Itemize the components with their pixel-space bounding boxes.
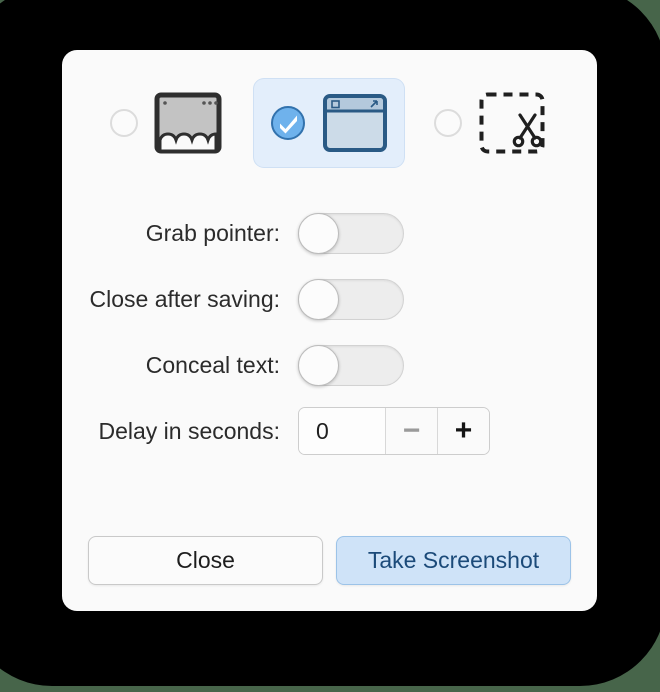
screenshot-dialog: Grab pointer: Close after saving: Concea… xyxy=(62,50,597,611)
conceal-text-toggle[interactable] xyxy=(298,344,404,386)
dialog-footer: Close Take Screenshot xyxy=(88,536,571,585)
option-row-delay: Delay in seconds: 0 − + xyxy=(62,398,597,464)
close-after-saving-label: Close after saving: xyxy=(89,285,280,312)
window-icon xyxy=(322,93,387,152)
capture-mode-selector xyxy=(62,50,597,195)
grab-pointer-label: Grab pointer: xyxy=(145,219,280,246)
scissors-selection-icon xyxy=(479,92,544,153)
mode-option-selection-area[interactable] xyxy=(418,77,566,169)
radio-unchecked-icon[interactable] xyxy=(433,108,462,137)
take-screenshot-button[interactable]: Take Screenshot xyxy=(336,536,571,585)
toggle-knob xyxy=(298,212,339,254)
toggle-knob xyxy=(298,278,339,320)
delay-increment-button[interactable]: + xyxy=(437,408,489,454)
option-row-close-after-saving: Close after saving: xyxy=(62,266,597,332)
toggle-knob xyxy=(298,344,339,386)
conceal-text-label: Conceal text: xyxy=(145,351,280,378)
radio-unchecked-icon[interactable] xyxy=(109,108,138,137)
delay-decrement-button[interactable]: − xyxy=(385,408,437,454)
close-after-saving-toggle[interactable] xyxy=(298,278,404,320)
option-row-grab-pointer: Grab pointer: xyxy=(62,200,597,266)
screen-icon xyxy=(154,92,221,153)
grab-pointer-toggle[interactable] xyxy=(298,212,404,254)
radio-checked-icon[interactable] xyxy=(270,105,306,141)
close-button[interactable]: Close xyxy=(88,536,323,585)
delay-input[interactable]: 0 xyxy=(299,408,385,454)
delay-label: Delay in seconds: xyxy=(98,417,280,444)
mode-option-whole-screen[interactable] xyxy=(94,78,238,168)
delay-spinbox: 0 − + xyxy=(298,407,490,455)
mode-option-current-window[interactable] xyxy=(253,78,404,167)
option-row-conceal-text: Conceal text: xyxy=(62,332,597,398)
options-area: Grab pointer: Close after saving: Concea… xyxy=(62,200,597,464)
